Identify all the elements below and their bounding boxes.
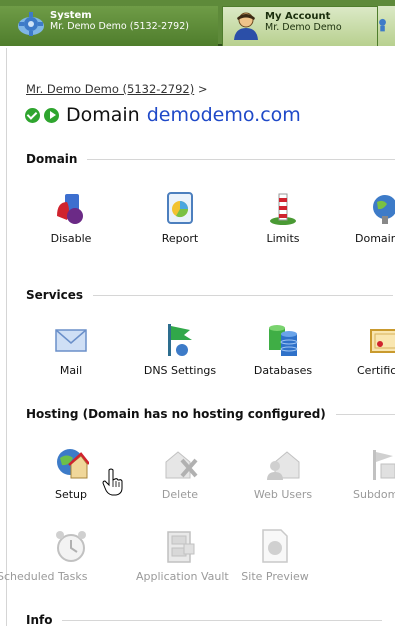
- page-title-label: Domain: [66, 104, 140, 126]
- tool-label-mail: Mail: [59, 364, 83, 377]
- tool-domain-aliases[interactable]: Domain A: [337, 190, 395, 245]
- gear-icon: [18, 12, 44, 36]
- limits-icon: [270, 193, 296, 225]
- tab-more[interactable]: [378, 6, 395, 46]
- tab-my-account[interactable]: My Account Mr. Demo Demo: [222, 6, 378, 46]
- breadcrumb: Mr. Demo Demo (5132-2792) >: [26, 82, 208, 96]
- databases-icon: [269, 325, 298, 356]
- section-divider: [62, 619, 383, 621]
- top-navigation-bar: System Mr. Demo Demo (5132-2792) My Acco…: [0, 0, 395, 46]
- tool-application-vault: Application Vault: [136, 528, 229, 583]
- dns-settings-icon: [168, 324, 192, 356]
- report-icon: [167, 192, 193, 224]
- tool-label-application-vault: Application Vault: [136, 570, 229, 583]
- tool-label-dns-settings: DNS Settings: [143, 364, 217, 377]
- tool-label-disable: Disable: [50, 232, 92, 245]
- site-preview-icon: [262, 529, 288, 563]
- tool-label-databases: Databases: [253, 364, 313, 377]
- section-title-services: Services: [26, 288, 84, 302]
- tool-label-domain-aliases: Domain A: [355, 232, 395, 245]
- tool-subdomains: Subdoma: [337, 446, 395, 501]
- page-title-domain: demodemo.com: [146, 104, 301, 126]
- breadcrumb-separator: >: [197, 82, 208, 96]
- network-icon: [379, 18, 386, 32]
- mail-icon: [55, 329, 87, 352]
- section-title-hosting: Hosting (Domain has no hosting configure…: [26, 407, 326, 421]
- frame-border: [6, 48, 9, 626]
- tool-dns-settings[interactable]: DNS Settings: [136, 322, 224, 377]
- section-header-domain: Domain: [26, 152, 395, 166]
- section-divider: [335, 413, 395, 415]
- tool-mail[interactable]: Mail: [27, 322, 115, 377]
- section-header-services: Services: [26, 288, 394, 302]
- certificates-icon: [370, 329, 395, 353]
- tool-certificates[interactable]: Certific: [337, 322, 395, 377]
- setup-icon: [57, 449, 90, 479]
- application-vault-icon: [167, 531, 195, 563]
- breadcrumb-link-client[interactable]: Mr. Demo Demo (5132-2792): [26, 82, 194, 96]
- tool-web-users: Web Users: [239, 446, 327, 501]
- page-title: Domain demodemo.com: [25, 104, 301, 126]
- user-icon: [234, 12, 258, 40]
- status-ok-icon: [25, 107, 40, 123]
- status-running-icon: [44, 107, 59, 123]
- account-title: My Account: [265, 11, 331, 22]
- tool-databases[interactable]: Databases: [239, 322, 327, 377]
- scheduled-tasks-icon: [56, 531, 86, 562]
- disable-icon: [57, 194, 83, 224]
- section-divider: [93, 294, 394, 296]
- tool-label-web-users: Web Users: [253, 488, 313, 501]
- tab-system[interactable]: System Mr. Demo Demo (5132-2792): [0, 6, 218, 46]
- tool-report[interactable]: Report: [136, 190, 224, 245]
- section-title-info: Info: [26, 613, 53, 626]
- tool-site-preview: Site Preview: [231, 528, 319, 583]
- web-users-icon: [267, 451, 300, 480]
- tool-delete: Delete: [136, 446, 224, 501]
- tool-scheduled-tasks: Scheduled Tasks: [0, 528, 115, 583]
- delete-icon: [165, 451, 198, 479]
- tool-label-report: Report: [161, 232, 199, 245]
- tool-label-subdomains: Subdoma: [353, 488, 395, 501]
- section-header-info: Info: [26, 613, 383, 626]
- section-divider: [87, 158, 395, 160]
- tool-disable[interactable]: Disable: [27, 190, 115, 245]
- system-subtitle: Mr. Demo Demo (5132-2792): [50, 21, 189, 32]
- tool-label-delete: Delete: [161, 488, 199, 501]
- subdomains-icon: [373, 450, 395, 480]
- section-header-hosting: Hosting (Domain has no hosting configure…: [26, 407, 395, 421]
- section-title-domain: Domain: [26, 152, 78, 166]
- hand-pointer-icon: [102, 468, 123, 496]
- tool-limits[interactable]: Limits: [239, 190, 327, 245]
- tool-label-limits: Limits: [266, 232, 300, 245]
- account-subtitle: Mr. Demo Demo: [265, 22, 342, 33]
- tool-label-scheduled-tasks: Scheduled Tasks: [0, 570, 88, 583]
- tool-label-site-preview: Site Preview: [241, 570, 309, 583]
- domain-aliases-icon: [373, 195, 395, 224]
- tool-label-certificates: Certific: [357, 364, 395, 377]
- system-title: System: [50, 10, 92, 21]
